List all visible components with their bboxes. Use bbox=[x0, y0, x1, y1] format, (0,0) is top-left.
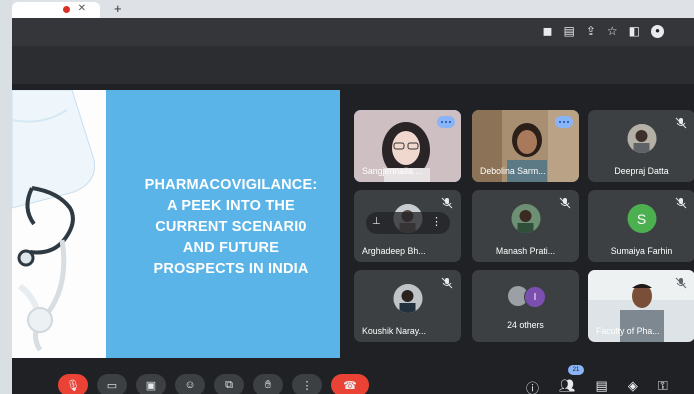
participant-tile[interactable]: Debolina Sarm... bbox=[472, 110, 579, 182]
meet-window: ✕ + ◼︎ ▤ ⇪ ☆ ◧ ● PHARMACOVIGILANCE: A PE… bbox=[12, 0, 694, 394]
people-count-badge: 21 bbox=[568, 365, 584, 375]
mic-off-icon: 🎙︎ bbox=[66, 379, 80, 392]
meet-top-bar bbox=[12, 46, 694, 84]
more-options-button[interactable]: ⋮ bbox=[292, 374, 322, 394]
translate-icon[interactable]: ▤ bbox=[563, 24, 574, 38]
mic-off-icon bbox=[441, 197, 453, 209]
slide-title-line: AND FUTURE bbox=[182, 239, 280, 256]
browser-tab-strip: ✕ + bbox=[12, 0, 694, 18]
participant-tile[interactable]: Manash Prati... bbox=[472, 190, 579, 262]
presentation-slide: PHARMACOVIGILANCE: A PEEK INTO THE CURRE… bbox=[12, 90, 340, 358]
speaking-indicator-icon bbox=[555, 116, 573, 128]
participant-name: Koushik Naray... bbox=[362, 326, 426, 336]
present-icon: ⧉ bbox=[225, 378, 233, 391]
slide-title-line: CURRENT SCENARI0 bbox=[155, 218, 307, 235]
raise-hand-button[interactable]: ✋︎ bbox=[253, 374, 283, 394]
avatar: S bbox=[627, 204, 656, 233]
others-tile[interactable]: I 24 others bbox=[472, 270, 579, 342]
camera-icon[interactable]: ◼︎ bbox=[543, 24, 553, 38]
more-options-icon[interactable]: ⋮ bbox=[431, 215, 442, 228]
tab-close-icon[interactable]: ✕ bbox=[78, 3, 86, 14]
participant-name: Sangjennaila ... bbox=[362, 166, 423, 176]
avatar bbox=[511, 204, 540, 233]
hang-up-button[interactable]: ☎︎ bbox=[331, 374, 369, 394]
avatar: I bbox=[524, 286, 546, 308]
recording-dot-icon bbox=[63, 6, 70, 13]
share-icon[interactable]: ⇪ bbox=[586, 24, 596, 38]
people-icon[interactable]: 👥︎ bbox=[559, 378, 576, 394]
avatar bbox=[393, 284, 422, 313]
address-bar[interactable]: ◼︎ ▤ ⇪ ☆ ◧ ● bbox=[12, 18, 694, 46]
browser-tab[interactable]: ✕ bbox=[12, 2, 100, 18]
participant-name: Deepraj Datta bbox=[614, 166, 669, 176]
new-tab-icon[interactable]: + bbox=[114, 1, 122, 16]
hang-up-icon: ☎︎ bbox=[343, 379, 357, 392]
mic-off-icon bbox=[559, 197, 571, 209]
slide-title-line: PROSPECTS IN INDIA bbox=[153, 260, 309, 277]
info-icon[interactable]: ⓘ bbox=[526, 378, 539, 394]
mic-off-icon bbox=[441, 277, 453, 289]
captions-icon: ▣ bbox=[145, 379, 157, 392]
participant-tile[interactable]: ⊥ ⋮ Arghadeep Bh... bbox=[354, 190, 461, 262]
emoji-button[interactable]: ☺ bbox=[175, 374, 205, 394]
participant-tile[interactable]: Deepraj Datta bbox=[588, 110, 694, 182]
present-button[interactable]: ⧉ bbox=[214, 374, 244, 394]
pin-icon[interactable]: ⊥ bbox=[372, 216, 381, 227]
captions-button[interactable]: ▣ bbox=[136, 374, 166, 394]
call-controls: 🎙︎ ▭ ▣ ☺ ⧉ ✋︎ ⋮ ☎︎ bbox=[58, 374, 369, 394]
bookmark-star-icon[interactable]: ☆ bbox=[607, 24, 618, 38]
participant-name: Faculty of Pha... bbox=[596, 326, 660, 336]
participant-tile[interactable]: Sangjennaila ... bbox=[354, 110, 461, 182]
avatar bbox=[627, 124, 656, 153]
slide-title-line: PHARMACOVIGILANCE: bbox=[144, 176, 318, 193]
participant-tile[interactable]: Koushik Naray... bbox=[354, 270, 461, 342]
mic-off-icon bbox=[675, 117, 687, 129]
camera-icon: ▭ bbox=[106, 379, 118, 392]
mic-off-icon bbox=[675, 197, 687, 209]
mic-off-icon bbox=[675, 277, 687, 289]
participant-name: Debolina Sarm... bbox=[480, 166, 546, 176]
participant-name: Manash Prati... bbox=[495, 246, 556, 256]
stethoscope-illustration bbox=[12, 90, 107, 358]
others-count: 24 others bbox=[507, 320, 544, 330]
chat-icon[interactable]: ▤ bbox=[596, 378, 608, 394]
tile-hover-controls: ⊥ ⋮ bbox=[366, 212, 450, 234]
slide-title-line: A PEEK INTO THE bbox=[167, 197, 295, 214]
sidepanel-icon[interactable]: ◧ bbox=[629, 24, 640, 38]
emoji-icon: ☺ bbox=[184, 379, 196, 391]
speaking-indicator-icon bbox=[437, 116, 455, 128]
slide-title-panel: PHARMACOVIGILANCE: A PEEK INTO THE CURRE… bbox=[106, 90, 340, 358]
participant-name: Arghadeep Bh... bbox=[362, 246, 426, 256]
host-controls-icon[interactable]: ⚿ bbox=[658, 378, 668, 394]
side-panel-controls: ⓘ 👥︎ ▤ ◈ ⚿ bbox=[526, 378, 668, 394]
camera-toggle-button[interactable]: ▭ bbox=[97, 374, 127, 394]
activities-icon[interactable]: ◈ bbox=[628, 378, 638, 394]
extension-icon[interactable]: ● bbox=[651, 24, 664, 38]
slide-title: PHARMACOVIGILANCE: A PEEK INTO THE CURRE… bbox=[145, 175, 318, 280]
participant-tile[interactable]: Faculty of Pha... bbox=[588, 270, 694, 342]
raise-hand-icon: ✋︎ bbox=[264, 378, 272, 391]
participant-name: Sumaiya Farhin bbox=[610, 246, 673, 256]
participant-tile[interactable]: S Sumaiya Farhin bbox=[588, 190, 694, 262]
mic-toggle-button[interactable]: 🎙︎ bbox=[58, 374, 88, 394]
more-icon: ⋮ bbox=[301, 379, 313, 392]
